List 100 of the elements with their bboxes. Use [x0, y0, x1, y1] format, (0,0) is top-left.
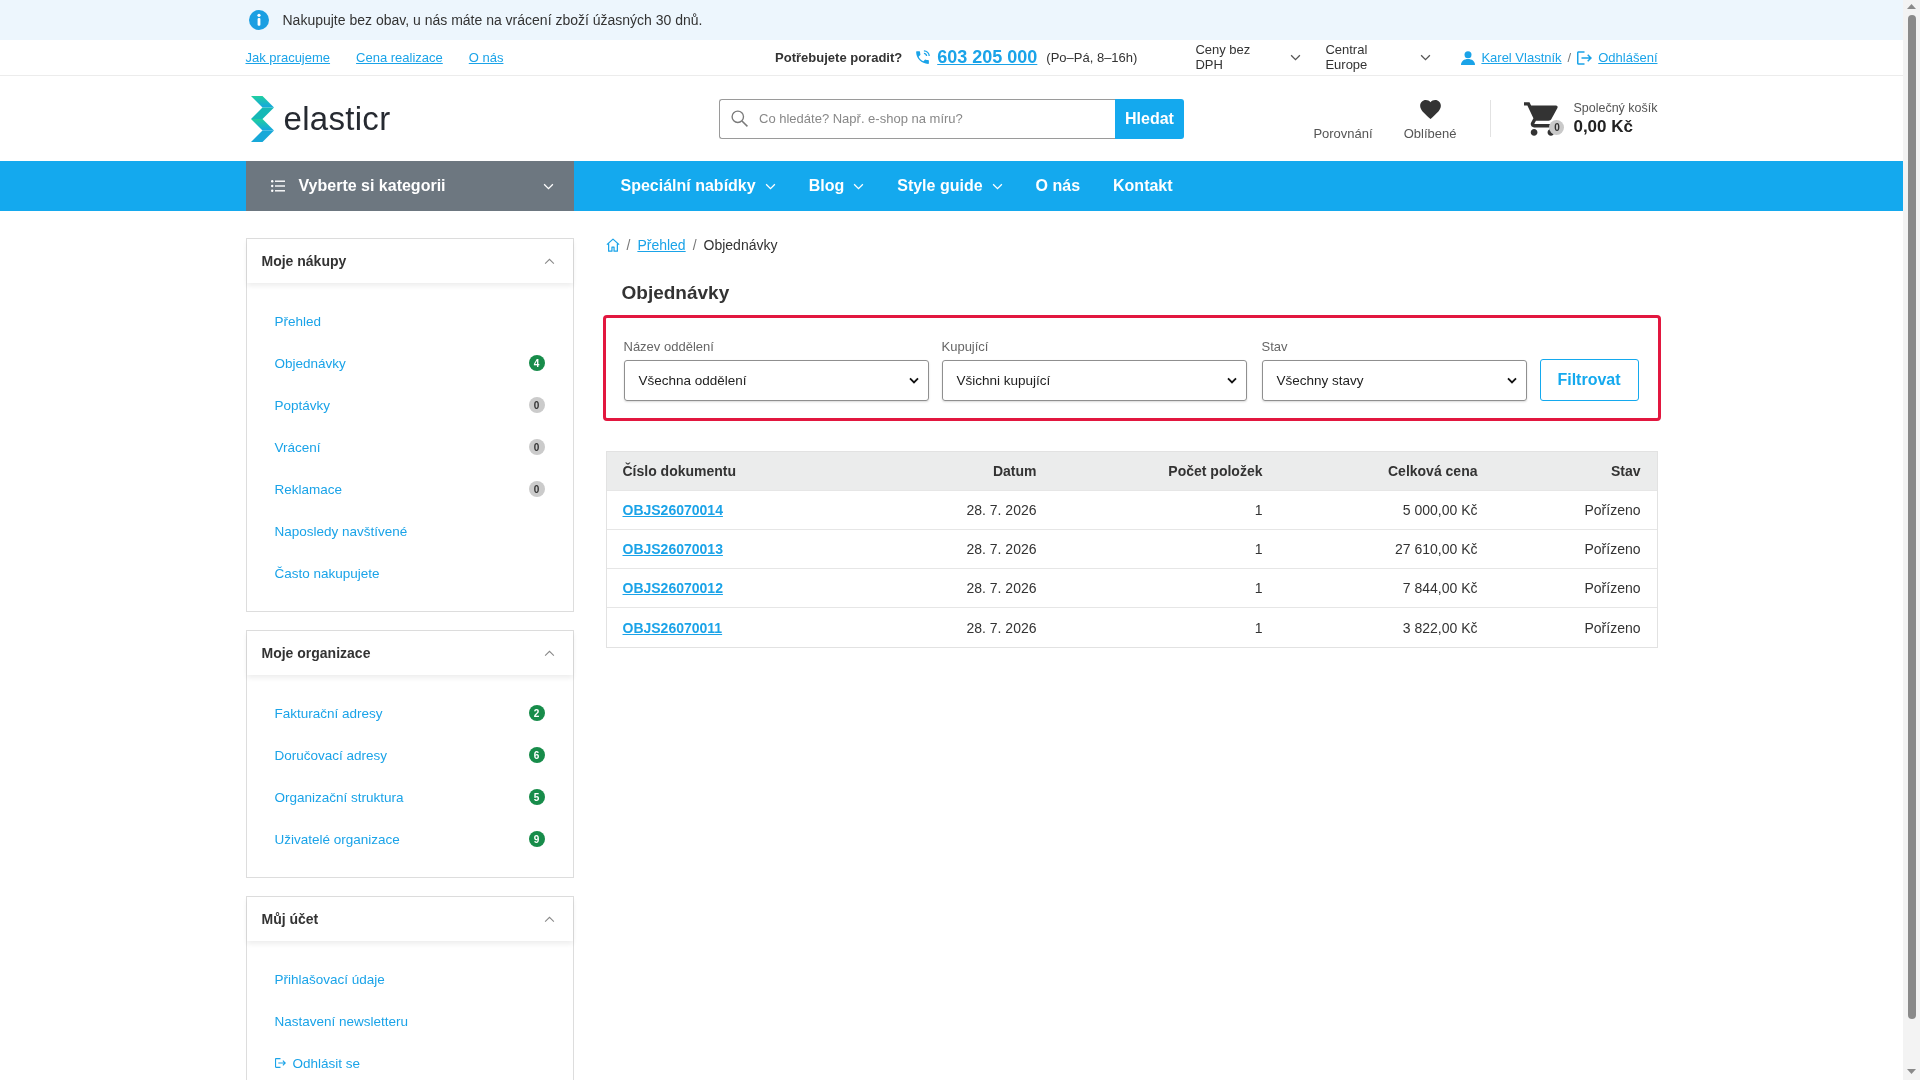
table-cell-text: 1 — [1253, 619, 1264, 636]
sidebar-link[interactable]: Objednávky — [274, 355, 346, 371]
search-icon — [731, 109, 748, 127]
scroll-down-icon[interactable] — [1907, 1069, 1916, 1074]
chevron-down-icon — [1420, 54, 1432, 61]
category-menu-button[interactable]: Vyberte si kategorii — [245, 161, 574, 211]
table-cell-text: 28. 7. 2026 — [965, 541, 1038, 557]
table-cell-text: 28. 7. 2026 — [965, 619, 1038, 636]
table-cell-text: 1 — [1253, 541, 1264, 557]
search-button[interactable]: Hledat — [1115, 98, 1184, 139]
sidebar-link[interactable]: Naposledy navštívené — [274, 523, 408, 539]
chevron-up-icon — [543, 649, 555, 657]
sidebar-link[interactable]: Vrácení — [274, 439, 321, 455]
table-cell-text: 1 — [1253, 502, 1264, 518]
nav-link[interactable]: Blog — [808, 177, 865, 195]
cart-total: 0,00 Kč — [1573, 116, 1634, 137]
table-cell-text: 28. 7. 2026 — [965, 502, 1038, 518]
nav-link[interactable]: Style guide — [897, 177, 1003, 195]
sidebar-link[interactable]: Přihlašovací údaje — [274, 971, 385, 987]
nav-link[interactable]: Speciální nabídky — [620, 177, 776, 195]
logo-icon[interactable] — [249, 95, 275, 142]
section-header[interactable]: Moje organizace — [246, 631, 573, 675]
top-link[interactable]: Jak pracujeme — [245, 50, 331, 65]
help-label: Potřebujete poradit? — [775, 50, 903, 65]
field-label: Stav — [1261, 339, 1289, 354]
chevron-down-icon — [991, 182, 1003, 190]
select-field[interactable]: Všechna oddělení — [623, 360, 929, 401]
count-badge: 5 — [528, 789, 545, 805]
home-icon[interactable] — [605, 238, 620, 252]
chevron-down-icon — [853, 182, 865, 190]
logo-text[interactable]: elasticr — [283, 99, 391, 138]
dropdown-select[interactable]: Ceny bez DPH — [1195, 43, 1302, 72]
breadcrumb-link[interactable]: Přehled — [637, 237, 686, 253]
document-link[interactable]: OBJS26070011 — [622, 619, 723, 636]
table-cell-text: Pořízeno — [1583, 619, 1642, 636]
document-link[interactable]: OBJS26070013 — [622, 541, 723, 557]
column-header: Datum — [991, 463, 1038, 479]
column-header: Stav — [1609, 463, 1642, 479]
scroll-thumb[interactable] — [1907, 15, 1916, 1019]
scroll-up-icon[interactable] — [1907, 4, 1916, 9]
scrollbar[interactable] — [1903, 0, 1920, 1080]
top-link[interactable]: Cena realizace — [356, 50, 443, 65]
chevron-down-icon — [764, 182, 776, 190]
dropdown-select[interactable]: Central Europe — [1325, 43, 1432, 72]
heart-icon — [1419, 100, 1441, 119]
nav-link[interactable]: O nás — [1035, 177, 1081, 195]
account-link[interactable]: Karel Vlastník — [1481, 50, 1562, 65]
chevron-up-icon — [543, 915, 555, 923]
logout-icon — [274, 1058, 286, 1068]
phone-link[interactable]: 603 205 000 — [937, 47, 1038, 68]
table-cell-text: 7 844,00 Kč — [1401, 580, 1479, 596]
chevron-down-icon — [542, 182, 554, 190]
sidebar-link[interactable]: Doručovací adresy — [274, 747, 388, 763]
table-cell-text: 27 610,00 Kč — [1394, 541, 1479, 557]
section-header[interactable]: Můj účet — [246, 897, 573, 941]
chevron-down-icon — [1506, 377, 1517, 384]
document-link[interactable]: OBJS26070014 — [622, 502, 723, 518]
logout-link[interactable]: Odhlášení — [1598, 50, 1658, 65]
count-badge: 6 — [528, 747, 545, 763]
count-badge: 9 — [528, 831, 545, 847]
sidebar-link[interactable]: Poptávky — [274, 397, 331, 413]
table-cell-text: Pořízeno — [1583, 580, 1642, 596]
compare-link[interactable]: Porovnání — [1313, 126, 1373, 141]
chevron-up-icon — [543, 257, 555, 265]
chevron-down-icon — [908, 377, 919, 384]
select-field[interactable]: Všechny stavy — [1261, 360, 1527, 401]
table-cell-text: Pořízeno — [1583, 541, 1642, 557]
logout-icon — [1577, 50, 1593, 65]
column-header: Číslo dokumentu — [621, 463, 738, 479]
column-header: Celková cena — [1387, 463, 1479, 479]
info-icon — [248, 10, 269, 30]
favorites-link[interactable]: Oblíbené — [1403, 100, 1457, 141]
breadcrumb-separator: / — [692, 237, 697, 253]
sidebar-link[interactable]: Přehled — [274, 313, 322, 329]
section-header[interactable]: Moje nákupy — [246, 239, 573, 283]
sidebar-link[interactable]: Často nakupujete — [274, 565, 380, 581]
select-field[interactable]: Všichni kupující — [941, 360, 1247, 401]
table-cell-text: 5 000,00 Kč — [1401, 502, 1479, 518]
page-title: Objednávky — [621, 282, 731, 304]
search-field[interactable]: Co hledáte? Např. e-shop na míru? — [719, 98, 1115, 139]
count-badge: 0 — [528, 481, 545, 497]
top-link[interactable]: O nás — [468, 50, 504, 65]
count-badge: 0 — [528, 397, 545, 413]
logout-link[interactable]: Odhlásit se — [274, 1055, 361, 1071]
sidebar-link[interactable]: Uživatelé organizace — [274, 831, 400, 847]
nav-link[interactable]: Kontakt — [1113, 177, 1173, 195]
sidebar-link[interactable]: Nastavení newsletteru — [274, 1013, 409, 1029]
sidebar-link[interactable]: Reklamace — [274, 481, 343, 497]
sidebar-link[interactable]: Organizační struktura — [274, 789, 404, 805]
filter-button[interactable]: Filtrovat — [1539, 359, 1639, 401]
table-cell-text: Pořízeno — [1583, 502, 1642, 518]
list-icon — [270, 180, 285, 192]
breadcrumb-current: Objednávky — [703, 237, 778, 253]
count-badge: 4 — [528, 355, 545, 371]
chevron-down-icon — [1290, 54, 1302, 61]
notice-text: Nakupujte bez obav, u nás máte na vrácení zboží úžasných 30 dnů. — [282, 12, 703, 28]
cart-count-badge: 0 — [1549, 119, 1565, 135]
cart-label: Společný košík — [1573, 100, 1658, 115]
document-link[interactable]: OBJS26070012 — [622, 580, 723, 596]
sidebar-link[interactable]: Fakturační adresy — [274, 705, 383, 721]
